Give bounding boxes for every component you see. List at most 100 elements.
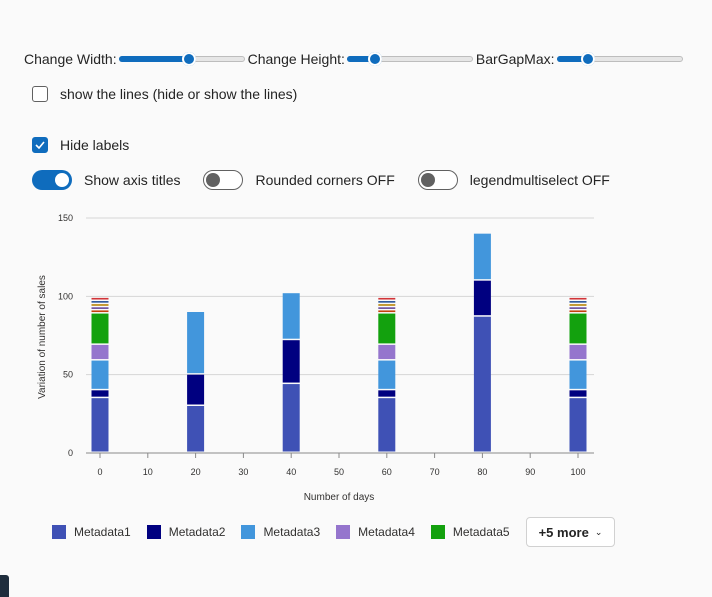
x-tick-label: 100 [570, 467, 585, 477]
width-slider[interactable] [118, 52, 245, 66]
bar-segment [91, 301, 109, 303]
x-tick-label: 0 [97, 467, 102, 477]
bar-segment [282, 340, 300, 383]
bar-segment [91, 344, 109, 360]
bar-segment [569, 390, 587, 397]
bar-segment [378, 310, 396, 313]
legend-label: Metadata5 [452, 525, 510, 539]
bargap-slider-thumb[interactable] [581, 52, 595, 66]
y-tick-label: 100 [58, 291, 73, 301]
bar-segment [282, 384, 300, 452]
legend-more-button[interactable]: +5 more ⌄ [525, 517, 616, 547]
legend-label: Metadata4 [358, 525, 415, 539]
legend-item[interactable]: Metadata3 [241, 525, 320, 539]
bar-segment [378, 390, 396, 397]
bargap-slider-label: BarGapMax: [475, 51, 555, 67]
legend-swatch [336, 525, 351, 539]
hide-labels-checkbox[interactable] [32, 137, 48, 153]
x-tick-label: 10 [143, 467, 153, 477]
bar-segment [473, 233, 491, 280]
bar-segment [91, 297, 109, 300]
bar-segment [378, 360, 396, 389]
bar-segment [569, 297, 587, 300]
x-tick-label: 90 [525, 467, 535, 477]
rounded-corners-toggle[interactable] [203, 170, 244, 190]
bar-segment [378, 398, 396, 452]
stacked-bar-chart: 0 50 100 150 0 10 20 30 40 50 60 70 80 90 100 Number o… [37, 213, 594, 503]
x-tick-label: 40 [286, 467, 296, 477]
axis-titles-label: Show axis titles [84, 172, 181, 188]
x-tick-label: 50 [334, 467, 344, 477]
hide-labels-label: Hide labels [60, 137, 130, 153]
bar-segment [282, 293, 300, 339]
bar-segment [187, 406, 205, 452]
bar-segment [473, 280, 491, 316]
width-slider-thumb[interactable] [182, 52, 197, 66]
axis-titles-toggle[interactable] [32, 170, 72, 190]
bar-segment [91, 304, 109, 306]
legend-item[interactable]: Metadata1 [52, 525, 131, 539]
height-slider-label: Change Height: [247, 51, 345, 67]
bar-segment [187, 374, 205, 405]
y-tick-label: 150 [58, 213, 73, 223]
height-slider[interactable] [346, 52, 473, 66]
chart-legend: Metadata1 Metadata2 Metadata3 Metadata4 Meta… [52, 517, 616, 547]
bar-segment [91, 390, 109, 397]
width-slider-label: Change Width: [24, 51, 117, 67]
legend-swatch [146, 525, 161, 539]
bar-segment [91, 398, 109, 452]
legend-label: Metadata2 [168, 525, 226, 539]
bars [91, 233, 587, 452]
bar-segment [91, 307, 109, 309]
bar-segment [378, 297, 396, 300]
legend-item[interactable]: Metadata4 [336, 525, 415, 539]
bar-segment [569, 344, 587, 360]
legend-multiselect-toggle[interactable] [417, 170, 458, 190]
slider-row: Change Width: Change Height: BarGapMax: [24, 51, 686, 67]
bar-segment [378, 307, 396, 309]
bargap-slider[interactable] [556, 52, 683, 66]
bar-segment [91, 360, 109, 389]
y-tick-label: 0 [68, 448, 73, 458]
bar-segment [569, 360, 587, 389]
show-lines-label: show the lines (hide or show the lines) [60, 86, 298, 102]
y-axis-title: Variation of number of sales [37, 275, 48, 399]
bar-segment [378, 304, 396, 306]
x-tick-label: 80 [477, 467, 487, 477]
legend-item[interactable]: Metadata2 [146, 525, 226, 539]
x-tick-label: 60 [382, 467, 392, 477]
chevron-down-icon: ⌄ [594, 526, 603, 537]
legend-swatch [430, 525, 445, 539]
legend-more-label: +5 more [538, 524, 589, 540]
legend-item[interactable]: Metadata5 [430, 525, 510, 539]
legend-swatch [241, 525, 256, 539]
x-tick-label: 70 [430, 467, 440, 477]
bar-segment [91, 313, 109, 344]
grid-lines [86, 217, 594, 376]
show-lines-option[interactable]: show the lines (hide or show the lines) [32, 86, 297, 102]
x-tick-label: 20 [191, 467, 201, 477]
axes: 0 50 100 150 0 10 20 30 40 50 60 70 80 90 100 [58, 213, 594, 477]
legend-label: Metadata3 [263, 525, 321, 539]
show-lines-checkbox[interactable] [32, 86, 48, 102]
x-tick-label: 30 [238, 467, 248, 477]
bar-segment [569, 313, 587, 344]
y-tick-label: 50 [63, 370, 73, 380]
bar-segment [473, 316, 491, 452]
bar-segment [378, 301, 396, 303]
x-axis-title: Number of days [304, 492, 375, 503]
bar-segment [569, 301, 587, 303]
height-slider-thumb[interactable] [367, 52, 382, 66]
legend-label: Metadata1 [74, 525, 131, 539]
bar-segment [569, 304, 587, 306]
bar-segment [378, 313, 396, 344]
bar-segment [378, 344, 396, 360]
legend-swatch [52, 525, 66, 539]
checkmark-icon [35, 141, 45, 149]
bar-segment [569, 398, 587, 452]
hide-labels-option[interactable]: Hide labels [32, 137, 129, 153]
bar-segment [569, 310, 587, 313]
bar-segment [569, 307, 587, 309]
corner-tab [0, 575, 9, 597]
bar-segment [91, 310, 109, 313]
